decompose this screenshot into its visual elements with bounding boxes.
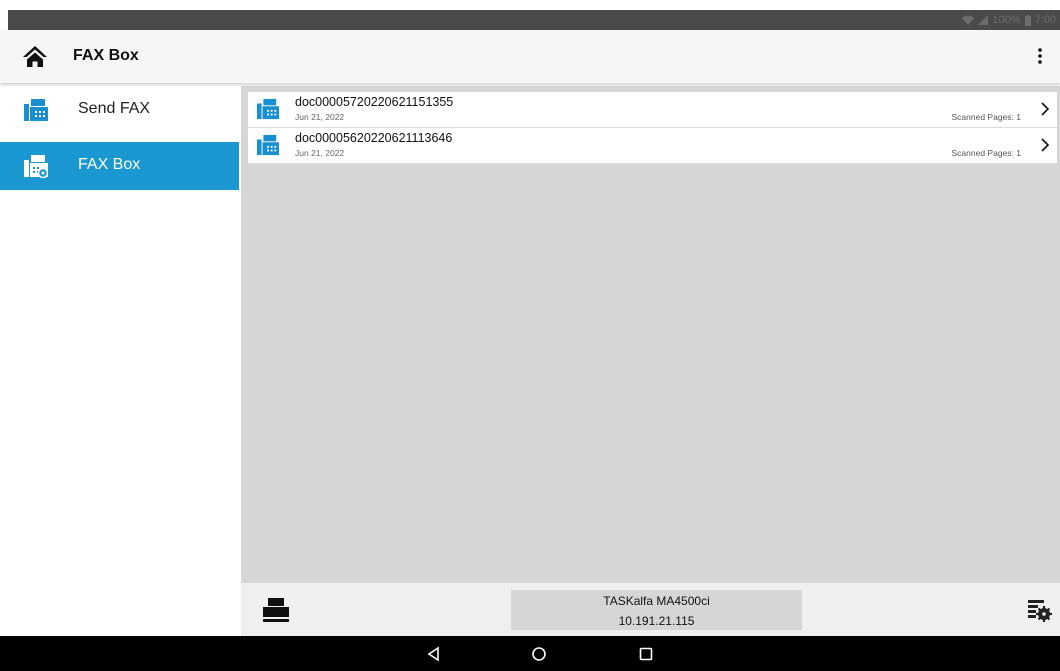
fax-icon [257,98,279,120]
list-item[interactable]: doc00005620220621113646 Jun 21, 2022 Sca… [248,128,1057,164]
bottom-bar: TASKalfa MA4500ci 10.191.21.115 [241,583,1060,636]
back-icon[interactable] [425,645,443,663]
more-vert-icon[interactable] [1030,44,1050,68]
scanned-pages: Scanned Pages: 1 [951,112,1021,122]
fax-list: doc00005720220621151355 Jun 21, 2022 Sca… [241,86,1060,583]
sidebar-item-send-fax[interactable]: Send FAX [0,86,239,134]
fax-icon [24,98,48,122]
battery-icon [1024,14,1031,26]
recents-icon[interactable] [637,645,655,663]
document-name: doc00005720220621151355 [295,95,454,109]
home-circle-icon[interactable] [530,645,548,663]
printer-icon[interactable] [261,597,291,623]
document-date: Jun 21, 2022 [295,148,345,158]
fax-icon [257,134,279,156]
clock: 7:00 [1034,14,1056,26]
chevron-right-icon[interactable] [1039,102,1051,116]
page-title: FAX Box [73,47,139,64]
status-bar-strip: 100% 7:00 [8,10,1060,30]
fax-box-icon [24,154,49,179]
wifi-icon [962,15,975,25]
status-icons: 100% 7:00 [962,12,1056,28]
home-icon[interactable] [22,44,48,68]
battery-percent: 100% [992,14,1021,26]
app-bar: FAX Box [0,30,1060,83]
device-name: TASKalfa MA4500ci [603,594,710,608]
chevron-right-icon[interactable] [1039,138,1051,152]
device-settings-icon[interactable] [1028,598,1052,622]
document-date: Jun 21, 2022 [295,112,345,122]
status-bar: 100% 7:00 [0,0,1060,30]
signal-icon [978,15,989,25]
android-nav-bar [0,636,1060,671]
device-selector[interactable]: TASKalfa MA4500ci 10.191.21.115 [511,590,802,630]
device-ip: 10.191.21.115 [618,614,695,628]
sidebar-item-fax-box[interactable]: FAX Box [0,142,239,190]
sidebar-item-label: Send FAX [78,100,151,117]
document-name: doc00005620220621113646 [295,131,453,145]
sidebar-item-label: FAX Box [78,156,141,173]
scanned-pages: Scanned Pages: 1 [951,148,1021,158]
list-item[interactable]: doc00005720220621151355 Jun 21, 2022 Sca… [248,92,1057,128]
sidebar: Send FAX FAX Box [0,86,241,636]
